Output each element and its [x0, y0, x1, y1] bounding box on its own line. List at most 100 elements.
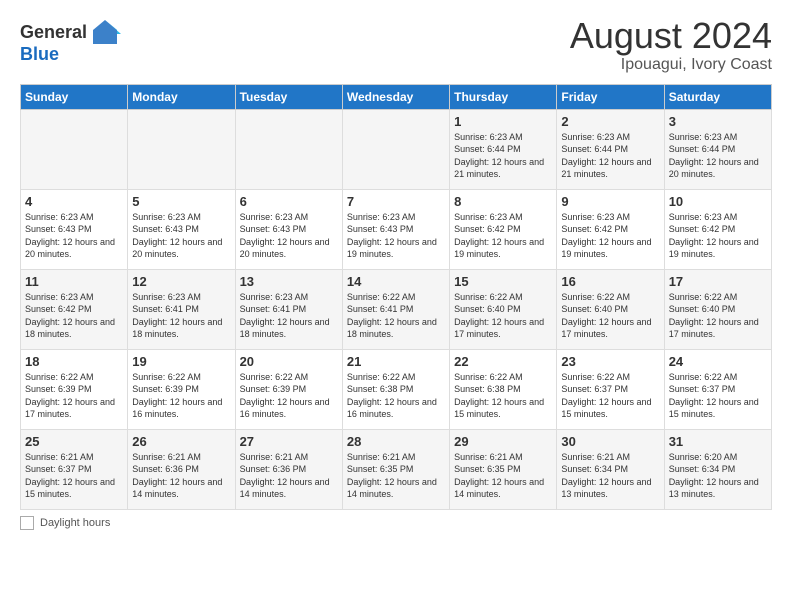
day-info: Sunrise: 6:23 AM Sunset: 6:42 PM Dayligh… — [669, 211, 767, 261]
day-cell — [342, 109, 449, 189]
day-cell: 23 Sunrise: 6:22 AM Sunset: 6:37 PM Dayli… — [557, 349, 664, 429]
day-info: Sunrise: 6:23 AM Sunset: 6:43 PM Dayligh… — [25, 211, 123, 261]
footer-label: Daylight hours — [40, 517, 110, 529]
logo-icon — [89, 16, 121, 48]
day-info: Sunrise: 6:20 AM Sunset: 6:34 PM Dayligh… — [669, 451, 767, 501]
day-number: 25 — [25, 434, 123, 449]
day-info: Sunrise: 6:21 AM Sunset: 6:37 PM Dayligh… — [25, 451, 123, 501]
day-info: Sunrise: 6:21 AM Sunset: 6:36 PM Dayligh… — [240, 451, 338, 501]
day-info: Sunrise: 6:21 AM Sunset: 6:35 PM Dayligh… — [347, 451, 445, 501]
day-info: Sunrise: 6:22 AM Sunset: 6:39 PM Dayligh… — [25, 371, 123, 421]
day-number: 30 — [561, 434, 659, 449]
day-number: 2 — [561, 114, 659, 129]
day-cell: 2Sunrise: 6:23 AM Sunset: 6:44 PM Daylig… — [557, 109, 664, 189]
day-number: 11 — [25, 274, 123, 289]
day-info: Sunrise: 6:23 AM Sunset: 6:43 PM Dayligh… — [347, 211, 445, 261]
week-row-4: 18 Sunrise: 6:22 AM Sunset: 6:39 PM Dayli… — [21, 349, 772, 429]
day-info: Sunrise: 6:21 AM Sunset: 6:35 PM Dayligh… — [454, 451, 552, 501]
day-info: Sunrise: 6:23 AM Sunset: 6:44 PM Dayligh… — [454, 131, 552, 181]
day-cell: 4 Sunrise: 6:23 AM Sunset: 6:43 PM Daylig… — [21, 189, 128, 269]
day-cell: 1 Sunrise: 6:23 AM Sunset: 6:44 PM Daylig… — [450, 109, 557, 189]
day-cell: 15 Sunrise: 6:22 AM Sunset: 6:40 PM Dayli… — [450, 269, 557, 349]
day-info: Sunrise: 6:22 AM Sunset: 6:37 PM Dayligh… — [669, 371, 767, 421]
day-number: 20 — [240, 354, 338, 369]
day-number: 18 — [25, 354, 123, 369]
day-info: Sunrise: 6:22 AM Sunset: 6:40 PM Dayligh… — [561, 291, 659, 341]
day-cell: 13Sunrise: 6:23 AM Sunset: 6:41 PM Dayli… — [235, 269, 342, 349]
day-info: Sunrise: 6:22 AM Sunset: 6:41 PM Dayligh… — [347, 291, 445, 341]
day-info: Sunrise: 6:22 AM Sunset: 6:39 PM Dayligh… — [240, 371, 338, 421]
week-row-1: 1 Sunrise: 6:23 AM Sunset: 6:44 PM Daylig… — [21, 109, 772, 189]
day-info: Sunrise: 6:22 AM Sunset: 6:38 PM Dayligh… — [454, 371, 552, 421]
footer-box — [20, 516, 34, 530]
week-row-5: 25 Sunrise: 6:21 AM Sunset: 6:37 PM Dayli… — [21, 429, 772, 509]
day-number: 22 — [454, 354, 552, 369]
day-number: 27 — [240, 434, 338, 449]
day-number: 7 — [347, 194, 445, 209]
day-cell: 18 Sunrise: 6:22 AM Sunset: 6:39 PM Dayli… — [21, 349, 128, 429]
col-header-friday: Friday — [557, 84, 664, 109]
month-title: August 2024 — [570, 16, 772, 56]
day-cell: 26Sunrise: 6:21 AM Sunset: 6:36 PM Dayli… — [128, 429, 235, 509]
day-cell: 12Sunrise: 6:23 AM Sunset: 6:41 PM Dayli… — [128, 269, 235, 349]
day-number: 23 — [561, 354, 659, 369]
day-info: Sunrise: 6:23 AM Sunset: 6:42 PM Dayligh… — [454, 211, 552, 261]
day-info: Sunrise: 6:22 AM Sunset: 6:40 PM Dayligh… — [669, 291, 767, 341]
day-cell: 5Sunrise: 6:23 AM Sunset: 6:43 PM Daylig… — [128, 189, 235, 269]
page: General Blue August 2024 Ipouagui, Ivory… — [0, 0, 792, 540]
day-number: 21 — [347, 354, 445, 369]
col-header-sunday: Sunday — [21, 84, 128, 109]
day-cell: 20 Sunrise: 6:22 AM Sunset: 6:39 PM Dayli… — [235, 349, 342, 429]
day-cell: 9 Sunrise: 6:23 AM Sunset: 6:42 PM Daylig… — [557, 189, 664, 269]
day-cell: 27 Sunrise: 6:21 AM Sunset: 6:36 PM Dayli… — [235, 429, 342, 509]
col-header-thursday: Thursday — [450, 84, 557, 109]
day-number: 10 — [669, 194, 767, 209]
day-number: 29 — [454, 434, 552, 449]
day-number: 12 — [132, 274, 230, 289]
day-number: 5 — [132, 194, 230, 209]
day-cell — [235, 109, 342, 189]
logo: General Blue — [20, 16, 121, 65]
day-cell: 21Sunrise: 6:22 AM Sunset: 6:38 PM Dayli… — [342, 349, 449, 429]
location-title: Ipouagui, Ivory Coast — [570, 56, 772, 74]
day-cell: 25 Sunrise: 6:21 AM Sunset: 6:37 PM Dayli… — [21, 429, 128, 509]
day-cell: 10 Sunrise: 6:23 AM Sunset: 6:42 PM Dayli… — [664, 189, 771, 269]
day-cell: 8Sunrise: 6:23 AM Sunset: 6:42 PM Daylig… — [450, 189, 557, 269]
footer: Daylight hours — [20, 516, 772, 530]
calendar-table: SundayMondayTuesdayWednesdayThursdayFrid… — [20, 84, 772, 510]
day-number: 17 — [669, 274, 767, 289]
day-number: 31 — [669, 434, 767, 449]
day-cell: 28Sunrise: 6:21 AM Sunset: 6:35 PM Dayli… — [342, 429, 449, 509]
day-cell: 11 Sunrise: 6:23 AM Sunset: 6:42 PM Dayli… — [21, 269, 128, 349]
day-number: 3 — [669, 114, 767, 129]
day-cell: 29 Sunrise: 6:21 AM Sunset: 6:35 PM Dayli… — [450, 429, 557, 509]
day-number: 15 — [454, 274, 552, 289]
day-number: 9 — [561, 194, 659, 209]
day-cell: 17 Sunrise: 6:22 AM Sunset: 6:40 PM Dayli… — [664, 269, 771, 349]
day-number: 24 — [669, 354, 767, 369]
col-header-wednesday: Wednesday — [342, 84, 449, 109]
day-info: Sunrise: 6:23 AM Sunset: 6:41 PM Dayligh… — [240, 291, 338, 341]
day-number: 6 — [240, 194, 338, 209]
day-info: Sunrise: 6:22 AM Sunset: 6:40 PM Dayligh… — [454, 291, 552, 341]
header-row: SundayMondayTuesdayWednesdayThursdayFrid… — [21, 84, 772, 109]
day-cell: 14Sunrise: 6:22 AM Sunset: 6:41 PM Dayli… — [342, 269, 449, 349]
day-cell: 16Sunrise: 6:22 AM Sunset: 6:40 PM Dayli… — [557, 269, 664, 349]
day-number: 1 — [454, 114, 552, 129]
day-cell — [128, 109, 235, 189]
day-info: Sunrise: 6:22 AM Sunset: 6:37 PM Dayligh… — [561, 371, 659, 421]
day-cell: 19Sunrise: 6:22 AM Sunset: 6:39 PM Dayli… — [128, 349, 235, 429]
day-cell: 7 Sunrise: 6:23 AM Sunset: 6:43 PM Daylig… — [342, 189, 449, 269]
day-info: Sunrise: 6:23 AM Sunset: 6:42 PM Dayligh… — [25, 291, 123, 341]
col-header-tuesday: Tuesday — [235, 84, 342, 109]
day-info: Sunrise: 6:21 AM Sunset: 6:36 PM Dayligh… — [132, 451, 230, 501]
col-header-saturday: Saturday — [664, 84, 771, 109]
day-info: Sunrise: 6:23 AM Sunset: 6:43 PM Dayligh… — [240, 211, 338, 261]
logo-general: General — [20, 22, 87, 43]
day-cell: 24 Sunrise: 6:22 AM Sunset: 6:37 PM Dayli… — [664, 349, 771, 429]
title-block: August 2024 Ipouagui, Ivory Coast — [570, 16, 772, 74]
day-info: Sunrise: 6:23 AM Sunset: 6:42 PM Dayligh… — [561, 211, 659, 261]
day-cell: 6 Sunrise: 6:23 AM Sunset: 6:43 PM Daylig… — [235, 189, 342, 269]
day-info: Sunrise: 6:21 AM Sunset: 6:34 PM Dayligh… — [561, 451, 659, 501]
day-number: 4 — [25, 194, 123, 209]
